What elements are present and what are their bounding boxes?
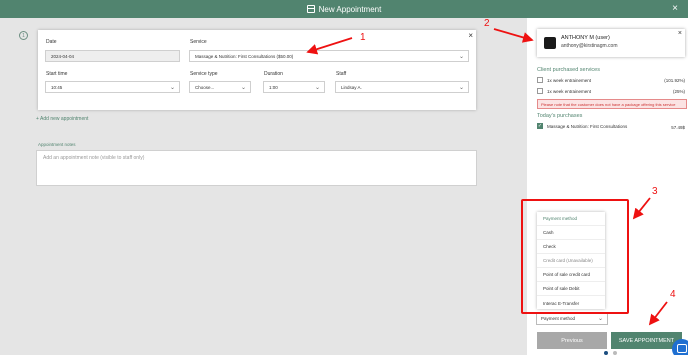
package-checkbox[interactable] bbox=[537, 88, 543, 94]
start-time-value: 10:45 bbox=[51, 84, 63, 90]
service-type-value: Choose... bbox=[195, 84, 215, 90]
payment-method-select[interactable]: Payment method ⌄ bbox=[536, 312, 608, 325]
duration-value: 1:00 bbox=[269, 84, 278, 90]
package-label: 1x week entrainement bbox=[547, 78, 592, 83]
purchase-label: Massage & Nutrition: First Consultations bbox=[547, 124, 628, 129]
service-select[interactable]: Massage & Nutrition: First Consultations… bbox=[189, 50, 469, 62]
purchase-checkbox[interactable]: ✓ bbox=[537, 123, 543, 129]
client-email: anthony@kirstinagm.com bbox=[561, 43, 618, 49]
client-card: ANTHONY M (user) anthony@kirstinagm.com … bbox=[537, 29, 685, 57]
appointment-card: × Date 2024-04-04 Service Massage & Nutr… bbox=[38, 30, 476, 110]
staff-label: Staff bbox=[336, 71, 347, 77]
pagination-dot[interactable] bbox=[613, 351, 617, 355]
remove-client-button[interactable]: × bbox=[678, 30, 682, 37]
avatar bbox=[544, 37, 556, 49]
package-warning: Please note that the customer does not h… bbox=[537, 99, 687, 109]
modal-header: New Appointment × bbox=[0, 0, 688, 18]
annotation-label-1: 1 bbox=[360, 32, 366, 43]
duration-label: Duration bbox=[264, 71, 283, 77]
service-type-select[interactable]: Choose... ⌄ bbox=[189, 81, 251, 93]
add-new-appointment-link[interactable]: + Add new appointment bbox=[36, 116, 88, 122]
staff-select[interactable]: Lindsay A. ⌄ bbox=[335, 81, 469, 93]
package-percent: (101.92%) bbox=[664, 78, 685, 83]
date-label: Date bbox=[46, 39, 57, 45]
payment-method-dropdown: Payment method Cash Check Credit card (U… bbox=[537, 212, 605, 309]
client-name: ANTHONY M (user) bbox=[561, 35, 610, 41]
annotation-label-2: 2 bbox=[484, 18, 490, 29]
staff-value: Lindsay A. bbox=[341, 84, 362, 90]
previous-button[interactable]: Previous bbox=[537, 332, 607, 349]
notes-placeholder: Add an appointment note (visible to staf… bbox=[43, 155, 145, 161]
package-row[interactable]: 1x week entrainement (25%) bbox=[537, 87, 687, 96]
appointment-notes-label: Appointment notes bbox=[38, 142, 76, 147]
package-checkbox[interactable] bbox=[537, 77, 543, 83]
service-type-label: Service type bbox=[190, 71, 218, 77]
appointment-notes-textarea[interactable]: Add an appointment note (visible to staf… bbox=[36, 150, 477, 186]
client-services-title: Client purchased services bbox=[537, 67, 600, 73]
remove-appointment-button[interactable]: × bbox=[468, 31, 473, 40]
package-row[interactable]: 1x week entrainement (101.92%) bbox=[537, 76, 687, 85]
chevron-down-icon: ⌄ bbox=[314, 85, 320, 91]
payment-option-header: Payment method bbox=[537, 212, 605, 226]
close-modal-button[interactable]: × bbox=[672, 3, 678, 14]
payment-method-value: Payment method bbox=[541, 316, 576, 321]
modal-title-text: New Appointment bbox=[318, 4, 382, 14]
warning-text: Please note that the customer does not h… bbox=[541, 101, 676, 107]
date-value: 2024-04-04 bbox=[51, 53, 75, 59]
purchase-row[interactable]: ✓ Massage & Nutrition: First Consultatio… bbox=[537, 122, 687, 131]
payment-option-credit-card: Credit card (Unavailable) bbox=[537, 254, 605, 268]
start-time-select[interactable]: 10:45 ⌄ bbox=[45, 81, 180, 93]
duration-select[interactable]: 1:00 ⌄ bbox=[263, 81, 325, 93]
step-indicator: 1 bbox=[19, 31, 28, 40]
chevron-down-icon: ⌄ bbox=[169, 85, 175, 91]
date-field[interactable]: 2024-04-04 bbox=[45, 50, 180, 62]
start-time-label: Start time bbox=[46, 71, 68, 77]
annotation-label-4: 4 bbox=[670, 289, 676, 300]
todays-purchases-title: Today's purchases bbox=[537, 113, 583, 119]
chevron-down-icon: ⌄ bbox=[240, 85, 246, 91]
calendar-icon bbox=[306, 5, 315, 13]
package-percent: (25%) bbox=[672, 89, 685, 94]
annotation-label-3: 3 bbox=[652, 186, 658, 197]
pagination-dot[interactable] bbox=[604, 351, 608, 355]
chevron-down-icon: ⌄ bbox=[597, 316, 603, 322]
purchase-price: 57.49$ bbox=[671, 125, 685, 130]
payment-option-cash[interactable]: Cash bbox=[537, 226, 605, 240]
payment-option-pos-debit[interactable]: Point of sale Debit bbox=[537, 282, 605, 296]
service-value: Massage & Nutrition: First Consultations… bbox=[195, 53, 294, 59]
package-label: 1x week entrainement bbox=[547, 89, 592, 94]
payment-option-interac[interactable]: Interac E-Transfer bbox=[537, 296, 605, 310]
chevron-down-icon: ⌄ bbox=[458, 85, 464, 91]
payment-option-check[interactable]: Check bbox=[537, 240, 605, 254]
modal-title: New Appointment bbox=[306, 4, 382, 14]
chat-icon[interactable] bbox=[672, 339, 688, 355]
service-label: Service bbox=[190, 39, 207, 45]
chevron-down-icon: ⌄ bbox=[458, 54, 464, 60]
payment-option-pos-credit[interactable]: Point of sale credit card bbox=[537, 268, 605, 282]
